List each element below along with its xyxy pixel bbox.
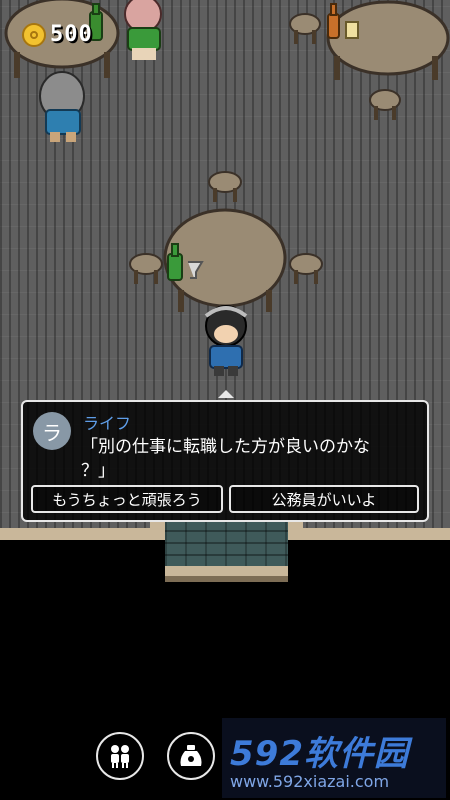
coin-icon [22, 22, 46, 47]
stool-right [369, 89, 401, 120]
table-top-right [326, 0, 450, 80]
choice-label-1: もうちょっと頑張ろう [52, 490, 202, 509]
choice-button-2[interactable]: 公務員がいいよ [229, 485, 419, 513]
speaker-avatar: ラ [33, 412, 71, 450]
stool-center-top [208, 171, 242, 202]
speaker-name: ライフ [83, 414, 132, 433]
coin-count: 500 [50, 22, 93, 47]
npc-old-man[interactable] [39, 71, 85, 142]
npc-girl-top[interactable] [124, 0, 162, 60]
dialog-line-2: ？」 [81, 461, 115, 481]
player-character[interactable] [204, 305, 248, 376]
stool-center-left [129, 253, 163, 284]
speech-pointer [218, 390, 234, 398]
speaker-initial: ラ [42, 420, 62, 445]
item-bag-icon [180, 745, 202, 766]
watermark-url: www.592xiazai.com [230, 772, 390, 791]
party-icon [111, 745, 129, 768]
watermark-brand: 592软件园 [230, 734, 409, 774]
stool-top-mid [289, 13, 321, 44]
choice-button-1[interactable]: もうちょっと頑張ろう [31, 485, 223, 513]
watermark: 592软件园 www.592xiazai.com [222, 718, 446, 798]
party-button[interactable] [96, 732, 144, 780]
stool-center-right [289, 253, 323, 284]
stair-bottom-ledge [165, 566, 288, 576]
choice-label-2: 公務員がいいよ [271, 490, 377, 509]
coin-counter: 500 [22, 22, 93, 47]
game-screen: 500 ラ ライフ 「別の仕事に転職した方が良いのかな ？」 もうちょっと頑張ろ… [0, 0, 450, 800]
dialog-line-1: 「別の仕事に転職した方が良いのかな [81, 437, 370, 457]
stair-bottom-shadow [165, 576, 288, 582]
dialog-box[interactable]: ラ ライフ 「別の仕事に転職した方が良いのかな ？」 もうちょっと頑張ろう 公務… [21, 400, 429, 522]
item-bag-button[interactable] [167, 732, 215, 780]
